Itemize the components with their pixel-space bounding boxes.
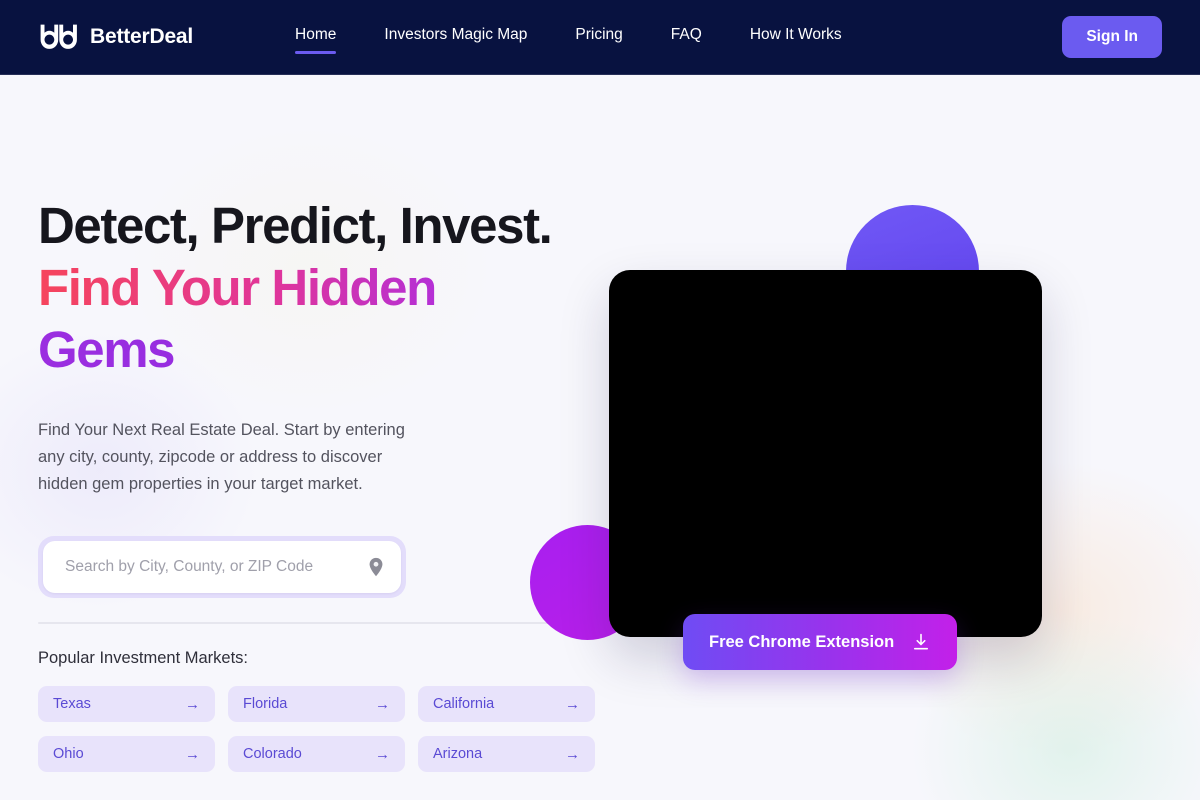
hero-visual-column: Free Chrome Extension	[505, 75, 1165, 715]
headline-line-1: Detect, Predict, Invest.	[38, 197, 553, 254]
nav-item-home[interactable]: Home	[295, 20, 337, 54]
nav-item-pricing[interactable]: Pricing	[575, 20, 622, 54]
arrow-right-icon: →	[185, 695, 200, 713]
market-chip-florida[interactable]: Florida →	[228, 686, 405, 722]
market-chip-label: Arizona	[433, 746, 483, 762]
brand-name: BetterDeal	[90, 25, 194, 48]
hero-subtitle: Find Your Next Real Estate Deal. Start b…	[38, 421, 405, 493]
main-navigation: Home Investors Magic Map Pricing FAQ How…	[295, 20, 842, 54]
market-chip-arizona[interactable]: Arizona →	[418, 736, 595, 772]
market-chip-label: Colorado	[243, 746, 302, 762]
sign-in-button[interactable]: Sign In	[1062, 16, 1162, 58]
free-chrome-extension-label: Free Chrome Extension	[709, 632, 895, 651]
market-chip-texas[interactable]: Texas →	[38, 686, 215, 722]
market-chip-label: California	[433, 696, 495, 712]
market-chip-label: Ohio	[53, 746, 84, 762]
arrow-right-icon: →	[375, 695, 390, 713]
nav-item-magic-map[interactable]: Investors Magic Map	[384, 20, 527, 54]
bd-monogram-icon	[40, 24, 77, 49]
free-chrome-extension-button[interactable]: Free Chrome Extension	[683, 614, 958, 670]
hero-video-placeholder[interactable]	[609, 270, 1042, 637]
market-chip-label: Florida	[243, 696, 288, 712]
map-pin-icon	[369, 557, 383, 577]
download-icon	[914, 633, 929, 650]
brand-logo[interactable]: BetterDeal	[38, 24, 193, 50]
market-chip-ohio[interactable]: Ohio →	[38, 736, 215, 772]
arrow-right-icon: →	[185, 745, 200, 763]
arrow-right-icon: →	[375, 745, 390, 763]
hero-section: Detect, Predict, Invest. Find Your Hidde…	[0, 75, 1200, 800]
search-input[interactable]	[65, 558, 365, 576]
nav-item-faq[interactable]: FAQ	[671, 20, 702, 54]
nav-item-how-it-works[interactable]: How It Works	[750, 20, 842, 54]
search-box[interactable]	[43, 541, 401, 593]
site-header: BetterDeal Home Investors Magic Map Pric…	[0, 0, 1200, 75]
arrow-right-icon: →	[565, 745, 580, 763]
market-chip-label: Texas	[53, 696, 91, 712]
market-chip-colorado[interactable]: Colorado →	[228, 736, 405, 772]
search-field-wrapper	[38, 536, 406, 598]
